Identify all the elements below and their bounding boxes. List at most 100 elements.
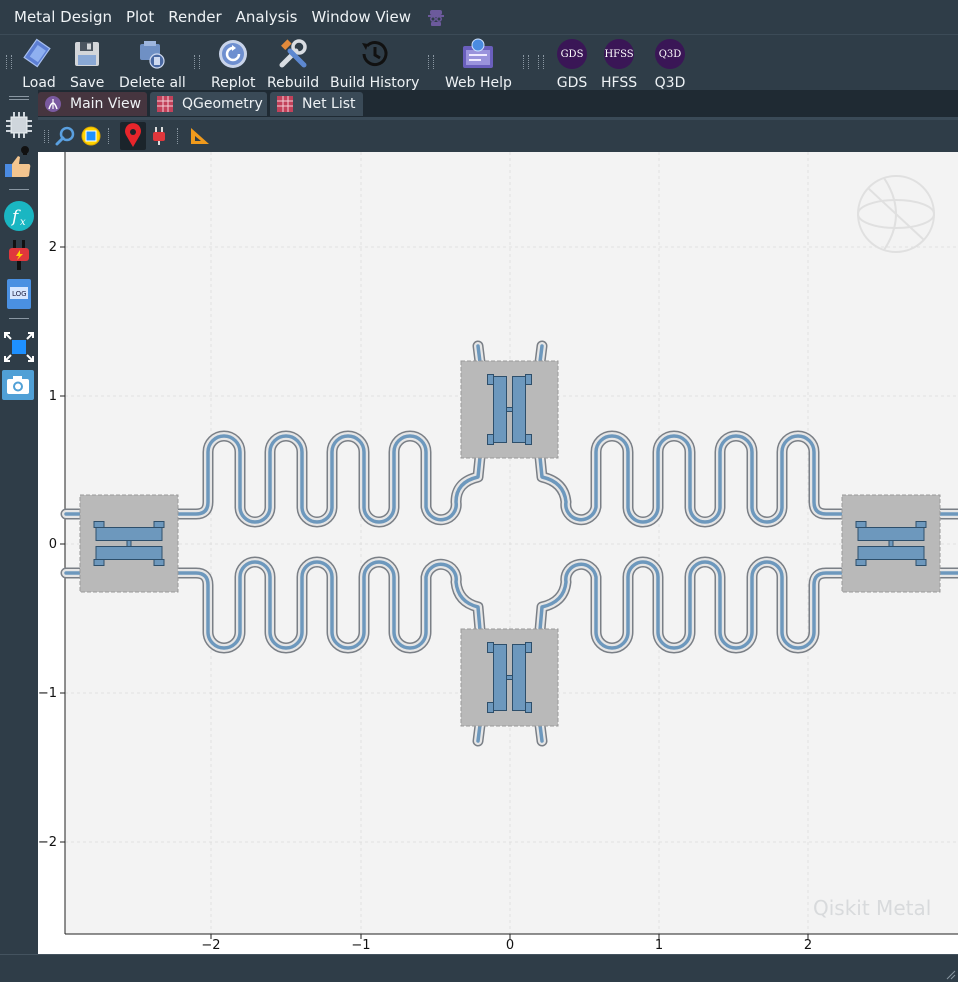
- connector-pad: [915, 559, 927, 566]
- q3d-icon: Q3D: [655, 39, 685, 69]
- connector-pad: [487, 374, 494, 385]
- x-tick-label: −1: [351, 938, 370, 953]
- load-icon: [23, 38, 51, 68]
- sidebar-grip: [9, 96, 29, 100]
- tab-qgeometry-label: QGeometry: [182, 96, 263, 112]
- menu-metal-design[interactable]: Metal Design: [0, 0, 119, 34]
- tab-main-view[interactable]: Main View: [38, 92, 147, 116]
- zoom-icon[interactable]: [54, 125, 76, 147]
- cpw-segment: [538, 723, 544, 743]
- connector-pad: [525, 374, 532, 385]
- connector-pad: [855, 559, 867, 566]
- thumbs-up-wrench-icon[interactable]: [3, 146, 35, 180]
- menu-render[interactable]: Render: [161, 0, 228, 34]
- camera-icon: [7, 376, 29, 394]
- pin-icon: [125, 123, 141, 147]
- delete-all-button[interactable]: Delete all: [119, 37, 186, 91]
- plug-icon[interactable]: [4, 238, 34, 272]
- qubit-right[interactable]: [841, 494, 941, 593]
- qubit-left[interactable]: [79, 494, 179, 593]
- replot-label: Replot: [211, 75, 256, 91]
- ruler-icon[interactable]: [189, 126, 211, 146]
- build-history-icon: [361, 41, 388, 67]
- qubit-top[interactable]: [460, 360, 559, 459]
- rebuild-label: Rebuild: [267, 75, 320, 91]
- select-icon[interactable]: [80, 125, 102, 147]
- q3d-label: Q3D: [654, 75, 686, 91]
- connector-pad: [487, 702, 494, 713]
- menu-analysis[interactable]: Analysis: [229, 0, 305, 34]
- junction: [888, 540, 894, 547]
- connector-pad: [487, 642, 494, 653]
- qubit-pad: [857, 546, 925, 560]
- toolbar-separator: [538, 55, 544, 69]
- status-bar: [0, 954, 958, 982]
- connector-pad: [525, 642, 532, 653]
- left-sidebar: f x LOG: [0, 90, 38, 954]
- qubit-pad: [512, 644, 526, 711]
- build-history-label: Build History: [330, 75, 420, 91]
- connector-pad: [525, 434, 532, 445]
- rebuild-icon: [279, 39, 307, 68]
- toolbar-separator: [44, 130, 49, 143]
- fx-icon[interactable]: f x: [3, 200, 35, 232]
- design-plot[interactable]: −2 −1 0 1 2 2 1 0 −1 −2: [38, 152, 958, 954]
- hfss-button[interactable]: HFSS HFSS: [601, 37, 637, 91]
- junction: [506, 407, 513, 412]
- camera-button[interactable]: [2, 370, 34, 400]
- spy-icon[interactable]: [426, 7, 446, 27]
- fit-view-icon[interactable]: [2, 330, 36, 364]
- tab-bar: Main View QGeometry Net List: [38, 90, 958, 117]
- qubit-pad: [493, 376, 507, 443]
- delete-all-icon: [140, 41, 166, 69]
- svg-text:LOG: LOG: [12, 290, 27, 298]
- q3d-button[interactable]: Q3D Q3D: [653, 37, 687, 91]
- load-label: Load: [22, 75, 56, 91]
- hfss-label: HFSS: [601, 75, 638, 91]
- connector-pad: [93, 559, 105, 566]
- rebuild-button[interactable]: Rebuild: [267, 37, 319, 91]
- pin-button[interactable]: [120, 122, 146, 150]
- main-toolbar: Load Save Delete all Replot Rebuild Buil…: [0, 34, 958, 91]
- tab-net-list[interactable]: Net List: [270, 92, 363, 116]
- junction: [126, 540, 132, 547]
- qubit-pad: [857, 527, 925, 541]
- chip-icon[interactable]: [3, 110, 35, 140]
- load-button[interactable]: Load: [22, 37, 56, 91]
- save-button[interactable]: Save: [70, 37, 104, 91]
- gds-icon: GDS: [557, 39, 587, 69]
- x-tick-label: −2: [201, 938, 220, 953]
- web-help-button[interactable]: Web Help: [445, 37, 512, 91]
- replot-button[interactable]: Replot: [211, 37, 256, 91]
- menu-plot[interactable]: Plot: [119, 0, 161, 34]
- toolbar-separator: [523, 55, 529, 69]
- x-tick-label: 2: [804, 938, 812, 953]
- replot-icon: [219, 40, 248, 68]
- sidebar-divider: [9, 318, 29, 319]
- connector-pad: [153, 559, 165, 566]
- log-icon[interactable]: LOG: [4, 277, 34, 311]
- resize-grip-icon[interactable]: [944, 968, 956, 980]
- cpw-segment: [538, 344, 544, 364]
- plot-canvas[interactable]: −2 −1 0 1 2 2 1 0 −1 −2 Qiskit Metal: [38, 152, 958, 954]
- save-icon: [75, 42, 100, 66]
- main-view-icon: [45, 96, 61, 112]
- menu-window-view[interactable]: Window View: [304, 0, 418, 34]
- toolbar-separator: [6, 55, 12, 69]
- qubit-bottom[interactable]: [460, 628, 559, 727]
- toolbar-separator: [177, 128, 181, 144]
- connector-pad: [525, 702, 532, 713]
- toolbar-separator: [428, 55, 434, 69]
- qubit-pad: [95, 546, 163, 560]
- tab-qgeometry[interactable]: QGeometry: [150, 92, 267, 116]
- build-history-button[interactable]: Build History: [330, 37, 419, 91]
- plug-small-icon[interactable]: [150, 126, 168, 146]
- y-tick-label: 2: [49, 240, 57, 255]
- toolbar-separator: [108, 128, 112, 144]
- plot-toolbar: [38, 120, 958, 152]
- connector-pad: [93, 521, 105, 528]
- connector-pad: [915, 521, 927, 528]
- y-tick-label: −2: [38, 835, 57, 850]
- gds-button[interactable]: GDS GDS: [555, 37, 589, 91]
- web-help-icon: [463, 38, 494, 68]
